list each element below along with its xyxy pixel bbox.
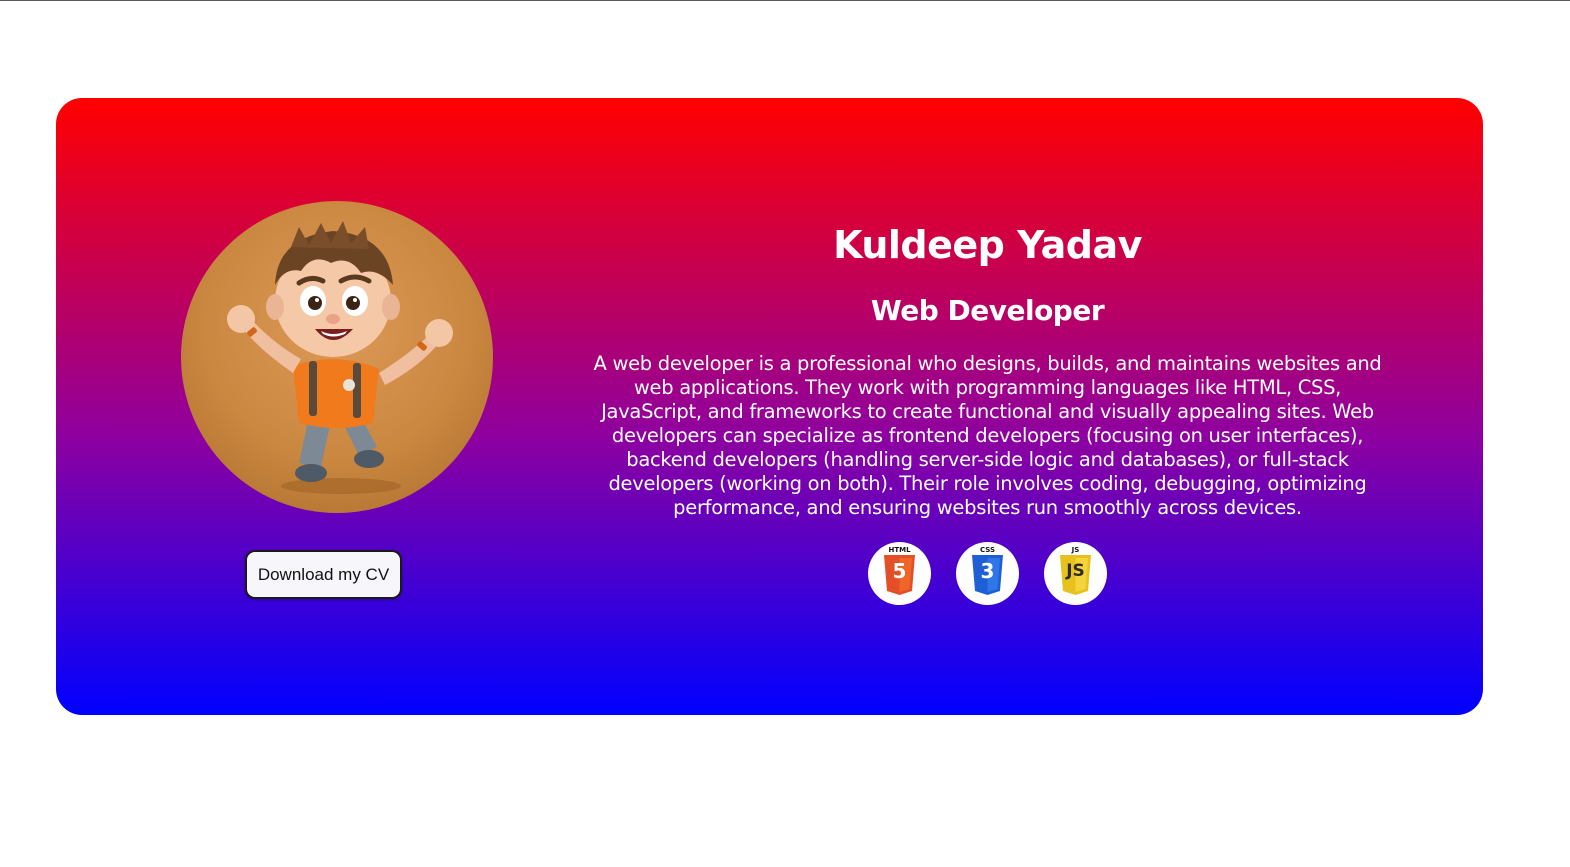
profile-bio: A web developer is a professional who de… [593,352,1382,519]
profile-name: Kuldeep Yadav [833,223,1142,267]
html-skill-label: HTML [888,546,911,554]
js-skill-glyph: JS [1066,561,1085,581]
html-skill-glyph: 5 [892,559,907,583]
js-skill-label: JS [1071,546,1080,554]
css-skill-glyph: 3 [980,559,995,583]
profile-role: Web Developer [870,294,1105,327]
javascript-icon: JS JS [1044,542,1107,605]
cartoon-boy-avatar-icon [227,221,453,494]
profile-card: Download my CV Kuldeep Yadav Web Develop… [56,98,1483,715]
skills-list: HTML 5 CSS 3 JS JS [576,542,1399,605]
window-top-border [0,0,1570,1]
profile-content: Kuldeep Yadav Web Developer A web develo… [576,218,1399,605]
download-cv-button[interactable]: Download my CV [245,550,402,599]
css3-icon: CSS 3 [956,542,1019,605]
avatar [181,201,493,513]
html5-icon: HTML 5 [868,542,931,605]
css-skill-label: CSS [979,546,996,554]
